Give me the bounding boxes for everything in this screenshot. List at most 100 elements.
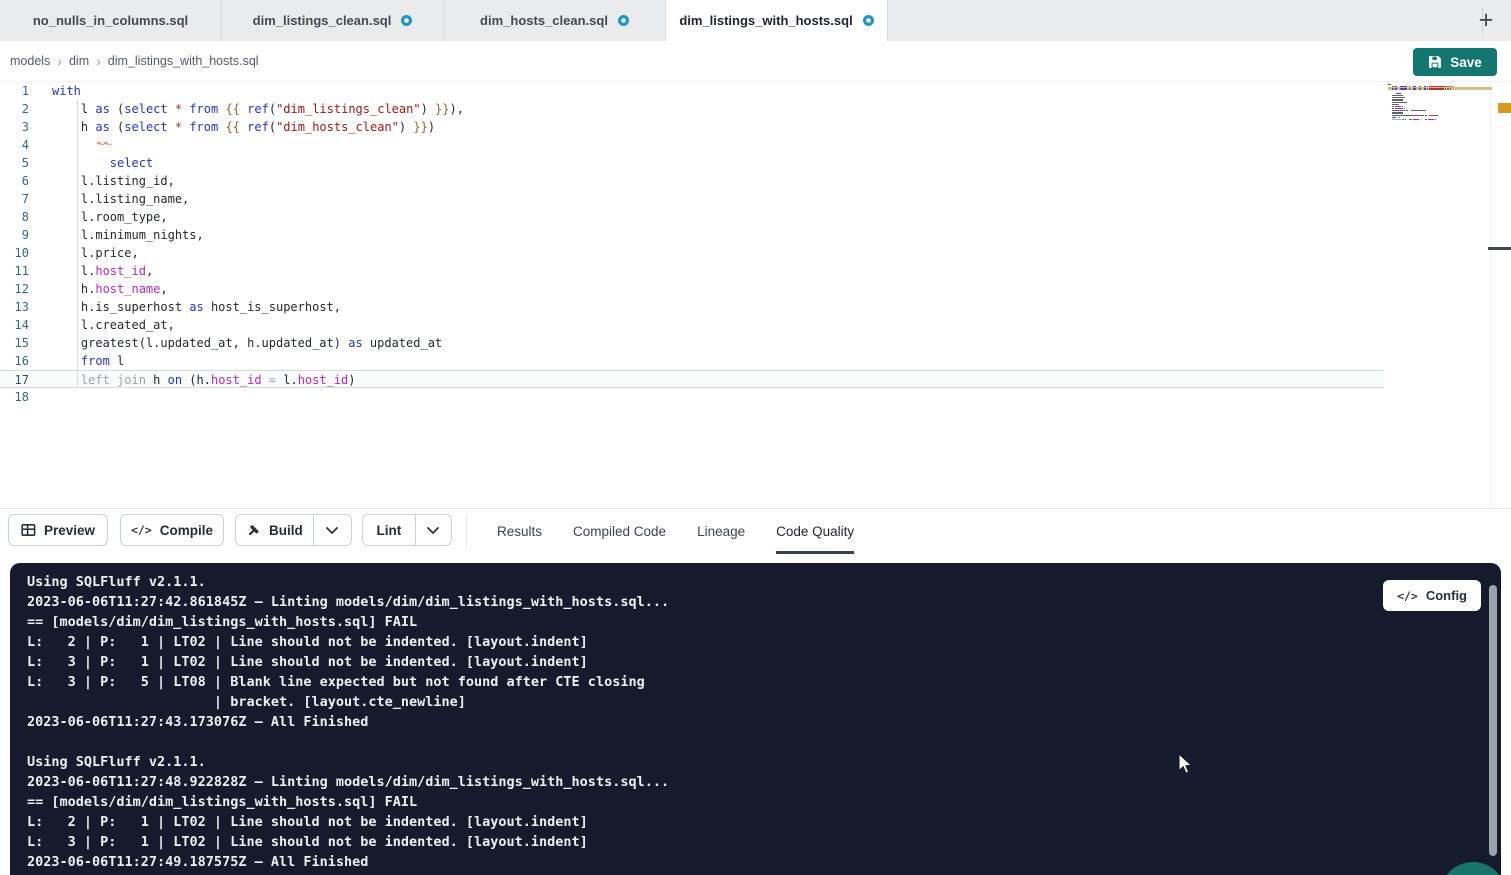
code-line[interactable]: 9 l.minimum_nights, — [0, 226, 1384, 244]
lint-label: Lint — [377, 523, 402, 538]
line-number: 16 — [0, 352, 29, 370]
code-line-text[interactable] — [29, 136, 52, 154]
line-number: 13 — [0, 298, 29, 316]
code-line-text[interactable]: h as (select * from {{ ref("dim_hosts_cl… — [29, 118, 435, 136]
code-line[interactable]: 8 l.room_type, — [0, 208, 1384, 226]
terminal-scrollbar-thumb[interactable] — [1489, 585, 1497, 856]
indent-guide — [77, 100, 78, 388]
line-number: 14 — [0, 316, 29, 334]
code-line[interactable]: 2 l as (select * from {{ ref("dim_listin… — [0, 100, 1384, 118]
preview-button[interactable]: Preview — [8, 514, 108, 546]
action-toolbar: Preview </> Compile Build — [0, 508, 1511, 553]
terminal-line: 2023-06-06T11:27:42.861845Z – Linting mo… — [27, 592, 669, 612]
panel-tab-code-quality[interactable]: Code Quality — [776, 509, 854, 554]
code-line[interactable]: 13 h.is_superhost as host_is_superhost, — [0, 298, 1384, 316]
new-tab-button[interactable]: + — [1469, 0, 1503, 41]
line-number: 10 — [0, 244, 29, 262]
terminal-line: L: 3 | P: 1 | LT02 | Line should not be … — [27, 652, 669, 672]
file-tab[interactable]: dim_listings_with_hosts.sql — [666, 0, 888, 41]
file-tab[interactable]: dim_hosts_clean.sql — [444, 0, 666, 41]
hammer-icon — [246, 523, 261, 538]
code-brackets-icon: </> — [1397, 589, 1418, 603]
chevron-right-icon: › — [96, 53, 101, 69]
line-number: 6 — [0, 172, 29, 190]
help-chat-bubble[interactable] — [1440, 862, 1501, 875]
lint-dropdown-button[interactable] — [416, 515, 451, 545]
panel-tab-lineage[interactable]: Lineage — [697, 509, 745, 554]
line-number: 5 — [0, 154, 29, 172]
terminal-line: L: 2 | P: 1 | LT02 | Line should not be … — [27, 812, 669, 832]
line-number: 1 — [0, 82, 29, 100]
save-button[interactable]: Save — [1413, 48, 1497, 76]
code-line[interactable]: 16 from l — [0, 352, 1384, 370]
code-line[interactable]: 12 h.host_name, — [0, 280, 1384, 298]
chevron-down-icon — [326, 527, 338, 534]
file-tab[interactable]: dim_listings_clean.sql — [222, 0, 444, 41]
code-line-text[interactable]: h.is_superhost as host_is_superhost, — [29, 298, 341, 316]
build-label: Build — [269, 523, 303, 538]
file-tab-label: dim_listings_clean.sql — [253, 13, 392, 28]
line-number: 7 — [0, 190, 29, 208]
file-tab[interactable]: no_nulls_in_columns.sql — [0, 0, 222, 41]
code-line[interactable]: 14 l.created_at, — [0, 316, 1384, 334]
code-line[interactable]: 7 l.listing_name, — [0, 190, 1384, 208]
code-line[interactable]: 10 l.price, — [0, 244, 1384, 262]
code-line-text[interactable]: l.minimum_nights, — [29, 226, 204, 244]
terminal-line: 2023-06-06T11:27:43.173076Z – All Finish… — [27, 712, 669, 732]
code-line-text[interactable] — [29, 388, 52, 406]
code-line-text[interactable]: greatest(l.updated_at, h.updated_at) as … — [29, 334, 442, 352]
toolbar-separator — [466, 515, 467, 546]
line-number: 15 — [0, 334, 29, 352]
table-grid-icon — [21, 523, 36, 537]
compile-button[interactable]: </> Compile — [120, 514, 224, 546]
overview-ruler-error-marker[interactable] — [1498, 103, 1511, 113]
code-line-text[interactable]: l.created_at, — [29, 316, 175, 334]
code-line-text[interactable]: h.host_name, — [29, 280, 168, 298]
editor-scroll-track — [1490, 82, 1491, 508]
terminal-output[interactable]: Using SQLFluff v2.1.1.2023-06-06T11:27:4… — [27, 572, 669, 872]
code-line[interactable]: 4 — [0, 136, 1384, 154]
terminal-line: L: 2 | P: 1 | LT02 | Line should not be … — [27, 632, 669, 652]
code-line[interactable]: 3 h as (select * from {{ ref("dim_hosts_… — [0, 118, 1384, 136]
line-number: 2 — [0, 100, 29, 118]
code-line[interactable]: 15 greatest(l.updated_at, h.updated_at) … — [0, 334, 1384, 352]
lint-button[interactable]: Lint — [363, 515, 415, 545]
breadcrumb-item[interactable]: models — [10, 54, 50, 68]
code-line-text[interactable]: l.room_type, — [29, 208, 168, 226]
result-panel-tabs: Results Compiled Code Lineage Code Quality — [497, 509, 854, 554]
code-line[interactable]: 11 l.host_id, — [0, 262, 1384, 280]
breadcrumb-item[interactable]: dim — [69, 54, 89, 68]
terminal-line: Using SQLFluff v2.1.1. — [27, 572, 669, 592]
modified-indicator-dot — [618, 15, 629, 26]
code-line-text[interactable]: select — [29, 154, 153, 172]
modified-indicator-dot — [863, 15, 874, 26]
code-line-text[interactable]: l as (select * from {{ ref("dim_listings… — [29, 100, 464, 118]
panel-tab-compiled-code[interactable]: Compiled Code — [573, 509, 666, 554]
code-editor[interactable]: 1with2 l as (select * from {{ ref("dim_l… — [0, 82, 1511, 508]
panel-tab-results[interactable]: Results — [497, 509, 542, 554]
code-line[interactable]: 17 left join h on (h.host_id = l.host_id… — [0, 370, 1384, 388]
code-line[interactable]: 18 — [0, 388, 1384, 406]
config-button[interactable]: </> Config — [1383, 580, 1481, 611]
file-tab-bar: no_nulls_in_columns.sql dim_listings_clea… — [0, 0, 1511, 41]
code-line-text[interactable]: l.listing_id, — [29, 172, 175, 190]
lint-split-button: Lint — [362, 514, 452, 546]
minimap[interactable] — [1388, 84, 1460, 123]
minimap-line — [1388, 121, 1460, 123]
line-number: 4 — [0, 136, 29, 154]
code-line-text[interactable]: l.host_id, — [29, 262, 153, 280]
ide-window: no_nulls_in_columns.sql dim_listings_clea… — [0, 0, 1511, 875]
save-icon — [1428, 55, 1442, 69]
code-line-text[interactable]: with — [29, 82, 81, 100]
breadcrumb-item[interactable]: dim_listings_with_hosts.sql — [108, 54, 259, 68]
code-line[interactable]: 5 select — [0, 154, 1384, 172]
build-dropdown-button[interactable] — [314, 515, 351, 545]
build-button[interactable]: Build — [236, 515, 313, 545]
code-line[interactable]: 1with — [0, 82, 1384, 100]
code-line-text[interactable]: l.price, — [29, 244, 139, 262]
code-line[interactable]: 6 l.listing_id, — [0, 172, 1384, 190]
line-number: 8 — [0, 208, 29, 226]
terminal-line: == [models/dim/dim_listings_with_hosts.s… — [27, 612, 669, 632]
overview-ruler-position-marker — [1488, 247, 1511, 250]
code-line-text[interactable]: l.listing_name, — [29, 190, 189, 208]
